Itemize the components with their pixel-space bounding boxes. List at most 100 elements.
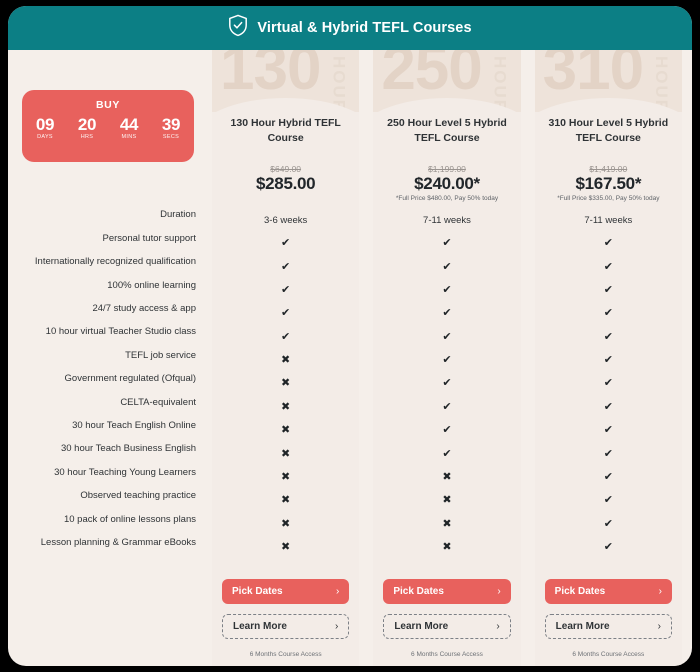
pick-dates-button[interactable]: Pick Dates › (383, 579, 511, 604)
countdown-unit-days: 09 DAYS (28, 116, 63, 140)
feature-cells: 3-6 weeks ✔ ✔ ✔ ✔ ✔ ✖ ✖ ✖ ✖ ✖ ✖ ✖ ✖ ✖ (212, 209, 359, 560)
cross-icon: ✖ (281, 471, 291, 484)
check-icon: ✔ (281, 283, 291, 296)
cross-icon: ✖ (442, 494, 452, 507)
check-icon: ✔ (442, 447, 452, 460)
countdown-minutes-value: 44 (119, 115, 139, 134)
feature-cell: ✔ (373, 302, 520, 325)
check-icon: ✔ (442, 260, 452, 273)
chevron-right-icon: › (496, 621, 500, 632)
feature-label: Observed teaching practice (80, 490, 196, 502)
check-icon: ✔ (442, 237, 452, 250)
feature-cell: ✔ (535, 513, 682, 536)
course-title: 130 Hour Hybrid TEFL Course (230, 117, 341, 145)
feature-cell: ✔ (535, 372, 682, 395)
feature-cell: ✖ (212, 396, 359, 419)
feature-cell: ✔ (535, 442, 682, 465)
check-icon: ✔ (603, 400, 613, 413)
pricing-columns: 130 HOUR 130 Hour Hybrid TEFL Course $649.0… (204, 50, 682, 666)
feature-cell: ✖ (373, 536, 520, 559)
check-icon: ✔ (603, 517, 613, 530)
feature-cells: 7-11 weeks ✔ ✔ ✔ ✔ ✔ ✔ ✔ ✔ ✔ ✔ ✖ ✖ ✖ ✖ (373, 209, 520, 560)
check-icon: ✔ (442, 330, 452, 343)
feature-labels: Duration Personal tutor support Internatio… (18, 204, 204, 555)
current-price: $240.00* (414, 174, 480, 193)
cross-icon: ✖ (442, 517, 452, 530)
feature-cell: ✔ (373, 326, 520, 349)
feature-label: Lesson planning & Grammar eBooks (40, 536, 196, 548)
feature-cell: ✔ (212, 232, 359, 255)
cross-icon: ✖ (281, 494, 291, 507)
countdown-unit-seconds: 39 SECS (154, 116, 189, 140)
cross-icon: ✖ (281, 517, 291, 530)
feature-cell: ✔ (373, 255, 520, 278)
pricing-card: 250 HOUR 250 Hour Level 5 Hybrid TEFL Cour… (373, 50, 521, 666)
check-icon: ✔ (603, 447, 613, 460)
card-footer: Pick Dates › Learn More › 6 Months Course Ac… (212, 579, 359, 666)
countdown-unit-minutes: 44 MINS (112, 116, 147, 140)
chevron-right-icon: › (335, 586, 340, 597)
learn-more-button[interactable]: Learn More › (383, 614, 511, 639)
feature-cell: ✔ (535, 326, 682, 349)
duration-value: 7-11 weeks (584, 214, 633, 226)
feature-cell: ✔ (212, 255, 359, 278)
watermark-unit: HOUR (329, 56, 349, 112)
course-access-note: 6 Months Course Access (249, 651, 322, 658)
check-icon: ✔ (603, 354, 613, 367)
check-icon: ✔ (442, 377, 452, 390)
duration-value: 7-11 weeks (423, 214, 471, 226)
chevron-right-icon: › (497, 586, 501, 597)
pick-dates-button[interactable]: Pick Dates › (544, 579, 672, 604)
feature-label: Personal tutor support (102, 232, 196, 244)
cross-icon: ✖ (442, 541, 452, 554)
check-icon: ✔ (442, 400, 452, 413)
countdown-timer: BUY 09 DAYS 20 HRS 44 MINS 39 SECS (22, 90, 194, 162)
feature-label: TEFL job service (125, 349, 196, 361)
original-price: $1,199.00 (428, 164, 466, 174)
cross-icon: ✖ (281, 541, 291, 554)
check-icon: ✔ (603, 541, 613, 554)
learn-more-button[interactable]: Learn More › (544, 614, 672, 639)
feature-cell: ✔ (535, 349, 682, 372)
original-price: $1,419.00 (589, 164, 628, 174)
learn-more-label: Learn More (555, 621, 610, 632)
feature-cell: ✖ (373, 513, 520, 536)
card-footer: Pick Dates › Learn More › 6 Months Course Ac… (535, 579, 682, 666)
check-icon: ✔ (281, 307, 291, 320)
watermark-number: 130 (220, 50, 321, 103)
countdown-units: 09 DAYS 20 HRS 44 MINS 39 SECS (22, 116, 194, 140)
course-access-note: 6 Months Course Access (411, 651, 483, 658)
feature-label: 10 hour virtual Teacher Studio class (45, 326, 196, 338)
feature-cell: ✖ (373, 466, 520, 489)
feature-cell: ✔ (373, 232, 520, 255)
learn-more-button[interactable]: Learn More › (222, 614, 350, 639)
chevron-right-icon: › (658, 586, 662, 597)
shield-check-icon (228, 14, 248, 42)
watermark-unit: HOUR (490, 56, 510, 112)
cross-icon: ✖ (281, 447, 291, 460)
feature-label: 100% online learning (107, 279, 196, 291)
card-watermark: 310 HOUR (534, 50, 682, 112)
feature-label: 10 pack of online lessons plans (63, 513, 196, 525)
feature-cell: ✔ (535, 536, 682, 559)
watermark-unit: HOUR (651, 56, 671, 112)
check-icon: ✔ (442, 307, 452, 320)
check-icon: ✔ (442, 283, 452, 296)
feature-cell: ✔ (212, 326, 359, 349)
feature-cell: ✖ (212, 536, 359, 559)
feature-cell: ✔ (373, 442, 520, 465)
pick-dates-label: Pick Dates (232, 586, 283, 597)
duration-value: 3-6 weeks (264, 214, 308, 226)
countdown-minutes-label: MINS (121, 133, 137, 140)
feature-cell: ✔ (373, 396, 520, 419)
pick-dates-button[interactable]: Pick Dates › (222, 579, 350, 604)
feature-cell: ✔ (535, 302, 682, 325)
feature-cell: ✖ (212, 489, 359, 512)
check-icon: ✔ (603, 377, 613, 390)
check-icon: ✔ (603, 494, 613, 507)
price-note: *Full Price $480.00, Pay 50% today (395, 194, 499, 202)
check-icon: ✔ (603, 260, 613, 273)
cross-icon: ✖ (281, 400, 291, 413)
current-price: $285.00 (255, 174, 316, 193)
check-icon: ✔ (603, 307, 613, 320)
